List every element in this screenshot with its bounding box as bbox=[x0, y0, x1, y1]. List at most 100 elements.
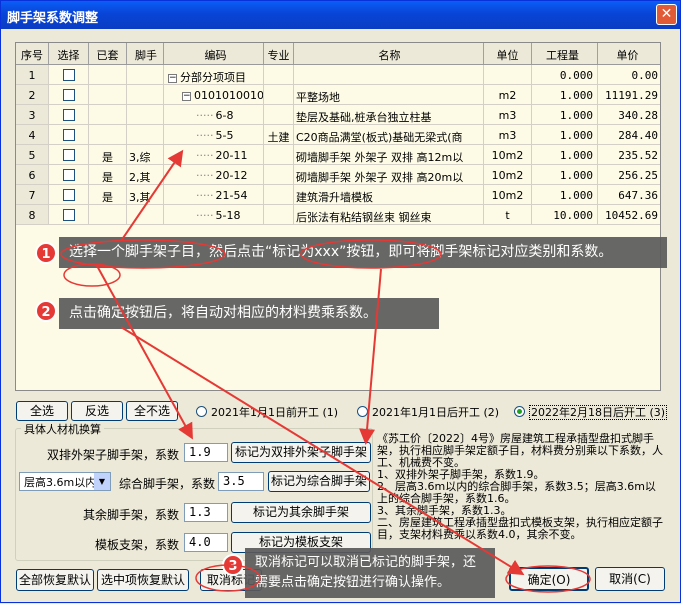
dialog-window: 脚手架系数调整 ✕ 序号 选择 已套 脚手 编码 专业 名称 单位 工程量 单价… bbox=[0, 0, 681, 603]
row-select-cell[interactable] bbox=[49, 85, 89, 104]
mark-other-scaffold-button[interactable]: 标记为其余脚手架 bbox=[231, 502, 371, 523]
row-checkbox[interactable] bbox=[62, 129, 75, 141]
row-unit: m3 bbox=[484, 125, 532, 144]
row-number: 7 bbox=[16, 185, 49, 204]
radio-dot[interactable] bbox=[196, 406, 207, 417]
ok-button[interactable]: 确定(O) bbox=[509, 567, 589, 591]
row-select-cell[interactable] bbox=[49, 165, 89, 184]
row-scaffold bbox=[127, 105, 164, 124]
row-major: 土建 bbox=[264, 125, 294, 144]
tree-collapse-icon[interactable]: − bbox=[182, 92, 191, 101]
row-code-cell: ····· 5-5 bbox=[164, 125, 264, 144]
header-select: 选择 bbox=[49, 43, 89, 64]
table-row[interactable]: 2 −01010100100 平整场地 m2 1.000 11191.29 bbox=[16, 85, 660, 105]
row-price: 235.52 bbox=[618, 149, 658, 162]
double-scaffold-factor-input[interactable]: 1.9 bbox=[184, 443, 228, 462]
tip-banner-3: 取消标记可以取消已标记的脚手架，还需要点击确定按钮进行确认操作。 bbox=[245, 548, 495, 598]
radio-before-2021[interactable]: 2021年1月1日前开工 (1) bbox=[196, 404, 338, 420]
row-code: 20-12 bbox=[215, 169, 248, 182]
row-used: 是 bbox=[89, 185, 127, 204]
row-scaffold bbox=[127, 65, 164, 84]
close-button[interactable]: ✕ bbox=[656, 4, 677, 25]
select-all-button[interactable]: 全选 bbox=[16, 401, 68, 421]
header-name: 名称 bbox=[294, 43, 484, 64]
cancel-button[interactable]: 取消(C) bbox=[595, 567, 665, 591]
tip-banner-1: 选择一个脚手架子目，然后点击“标记为xxx”按钮，即可将脚手架标记对应类别和系数… bbox=[59, 237, 667, 268]
table-row[interactable]: 7 是 3,其 ····· 21-54 建筑滑升墙模板 10m2 1.000 647.36 bbox=[16, 185, 660, 205]
radio-after-2022[interactable]: 2022年2月18日后开工 (3) bbox=[514, 404, 668, 420]
row-select-cell[interactable] bbox=[49, 125, 89, 144]
row-used: 是 bbox=[89, 165, 127, 184]
mark-double-scaffold-button[interactable]: 标记为双排外架子脚手架 bbox=[231, 442, 371, 463]
row-select-cell[interactable] bbox=[49, 205, 89, 224]
radio-dot[interactable] bbox=[514, 406, 525, 417]
row-checkbox[interactable] bbox=[62, 109, 75, 121]
row-checkbox[interactable] bbox=[62, 169, 75, 181]
row-number: 3 bbox=[16, 105, 49, 124]
row-unit: 10m2 bbox=[484, 165, 532, 184]
row-code-cell: ····· 20-11 bbox=[164, 145, 264, 164]
row-checkbox[interactable] bbox=[62, 189, 75, 201]
tree-collapse-icon[interactable]: − bbox=[168, 74, 177, 83]
row-unit: m2 bbox=[484, 85, 532, 104]
mark-combined-scaffold-button[interactable]: 标记为综合脚手架 bbox=[268, 471, 370, 492]
row-code-cell: ····· 6-8 bbox=[164, 105, 264, 124]
row-used bbox=[89, 205, 127, 224]
row-scaffold: 3,其 bbox=[127, 185, 164, 204]
row-select-cell[interactable] bbox=[49, 145, 89, 164]
table-row[interactable]: 4 ····· 5-5 土建 C20商品满堂(板式)基础无梁式(商 m3 1.000 284.… bbox=[16, 125, 660, 145]
window-title: 脚手架系数调整 bbox=[7, 11, 99, 26]
select-none-button[interactable]: 全不选 bbox=[126, 401, 178, 421]
other-scaffold-factor-input[interactable]: 1.3 bbox=[184, 503, 228, 522]
row-checkbox[interactable] bbox=[62, 149, 75, 161]
row-select-cell[interactable] bbox=[49, 65, 89, 84]
reset-selected-button[interactable]: 选中项恢复默认 bbox=[97, 569, 189, 591]
row-qty: 10.000 bbox=[532, 205, 598, 224]
table-row[interactable]: 1 − 分部分项项目 0.000 0.00 bbox=[16, 65, 660, 85]
row-number: 1 bbox=[16, 65, 49, 84]
row-unit: t bbox=[484, 205, 532, 224]
header-code: 编码 bbox=[164, 43, 264, 64]
radio-label: 2021年1月1日后开工 (2) bbox=[372, 406, 500, 419]
height-select[interactable]: 层高3.6m以内 ▼ bbox=[19, 472, 111, 491]
tip-1-badge: 1 bbox=[35, 242, 57, 264]
invert-select-button[interactable]: 反选 bbox=[71, 401, 123, 421]
tree-line: ····· bbox=[196, 169, 214, 182]
row-checkbox[interactable] bbox=[62, 209, 75, 221]
row-price: 284.40 bbox=[618, 129, 658, 142]
row-qty: 1.000 bbox=[532, 105, 598, 124]
radio-after-2021[interactable]: 2021年1月1日后开工 (2) bbox=[357, 404, 499, 420]
table-row[interactable]: 6 是 2,其 ····· 20-12 砌墙脚手架 外架子 双排 高20m以 10m2 1.0… bbox=[16, 165, 660, 185]
table-row[interactable]: 3 ····· 6-8 垫层及基础,桩承台独立柱基 m3 1.000 340.28 bbox=[16, 105, 660, 125]
title-bar: 脚手架系数调整 ✕ bbox=[1, 1, 680, 29]
row-qty: 1.000 bbox=[532, 165, 598, 184]
reset-all-button[interactable]: 全部恢复默认 bbox=[16, 569, 94, 591]
radio-dot[interactable] bbox=[357, 406, 368, 417]
row-select-cell[interactable] bbox=[49, 105, 89, 124]
row-unit: 10m2 bbox=[484, 145, 532, 164]
chevron-down-icon[interactable]: ▼ bbox=[94, 473, 110, 490]
row-used bbox=[89, 85, 127, 104]
row-select-cell[interactable] bbox=[49, 185, 89, 204]
row-major bbox=[264, 85, 294, 104]
tip-1-text: 选择一个脚手架子目，然后点击“标记为xxx”按钮，即可将脚手架标记对应类别和系数… bbox=[69, 244, 613, 260]
row-code: 5-5 bbox=[215, 129, 234, 142]
row-unit: 10m2 bbox=[484, 185, 532, 204]
row-number: 4 bbox=[16, 125, 49, 144]
formwork-factor-input[interactable]: 4.0 bbox=[184, 533, 228, 552]
row-name: 后张法有粘结钢丝束 钢丝束 bbox=[294, 205, 484, 224]
row-price: 340.28 bbox=[618, 109, 658, 122]
table-row[interactable]: 5 是 3,综 ····· 20-11 砌墙脚手架 外架子 双排 高12m以 10m2 1.0… bbox=[16, 145, 660, 165]
tip-banner-2: 点击确定按钮后，将自动对相应的材料费乘系数。 bbox=[59, 298, 439, 329]
tip-2-text: 点击确定按钮后，将自动对相应的材料费乘系数。 bbox=[69, 305, 377, 321]
formwork-label: 模板支架，系数 bbox=[94, 538, 179, 552]
row-checkbox[interactable] bbox=[62, 89, 75, 101]
radio-label: 2021年1月1日前开工 (1) bbox=[211, 406, 339, 419]
row-name: 平整场地 bbox=[294, 85, 484, 104]
header-major: 专业 bbox=[264, 43, 294, 64]
table-row[interactable]: 8 ····· 5-18 后张法有粘结钢丝束 钢丝束 t 10.000 10452.69 bbox=[16, 205, 660, 225]
row-checkbox[interactable] bbox=[62, 69, 75, 81]
row-code-cell: − 分部分项项目 bbox=[164, 65, 264, 84]
combined-scaffold-factor-input[interactable]: 3.5 bbox=[218, 472, 264, 491]
row-price: 0.00 bbox=[631, 69, 659, 82]
